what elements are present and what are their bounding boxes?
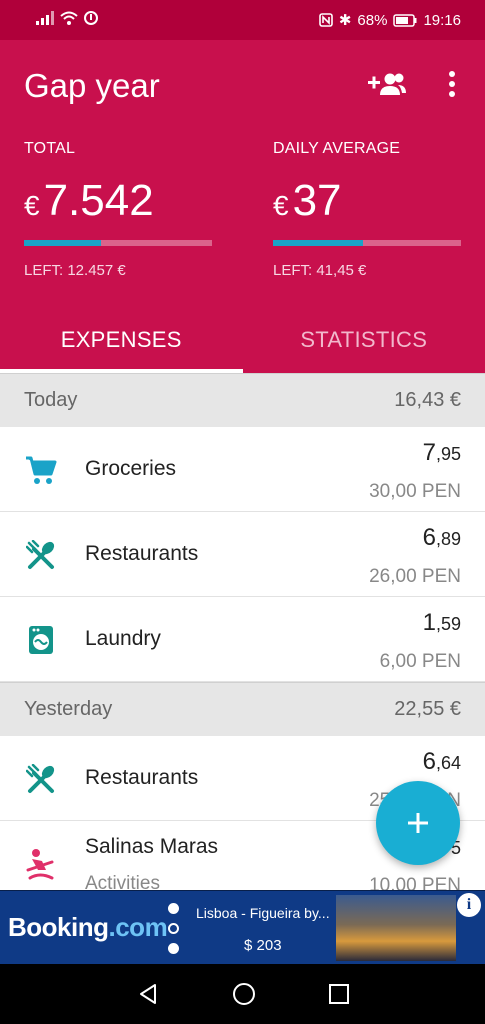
activity-icon [24,847,58,881]
section-total: 16,43 € [394,389,461,411]
info-icon[interactable]: i [457,893,481,917]
expense-category: Restaurants [85,542,199,565]
washing-machine-icon [24,623,58,657]
amount-decimal: ,64 [435,753,461,773]
carousel-dot [168,923,179,934]
amount-integer: 6 [422,748,436,775]
total-currency: € [24,190,40,221]
battery-percent: 68% [357,11,388,29]
system-nav-bar [0,964,485,1024]
more-vert-icon [449,71,455,97]
signal-icon [36,11,54,25]
expense-title: Salinas Maras [85,835,219,858]
daily-average-value: € 37 [273,176,461,226]
tab-expenses[interactable]: EXPENSES [0,302,243,373]
expense-row[interactable]: Laundry 1,59 6,00 PEN [0,597,485,682]
bluetooth-icon: ✱ [338,12,352,29]
expense-category: Restaurants [85,766,199,789]
trip-header: Gap year TOTAL € 7.542 LEFT: 12.457 € DA… [0,40,485,373]
person-add-icon [368,73,406,95]
back-icon[interactable] [137,983,159,1005]
wifi-icon [60,11,78,25]
ad-price: $ 203 [244,937,282,954]
expense-amount: 6,89 [423,524,461,552]
expense-amount: 1,59 [423,609,461,637]
amount-integer: 7 [422,439,436,466]
daily-currency: € [273,190,289,221]
daily-average-stat: DAILY AVERAGE € 37 LEFT: 41,45 € [273,140,461,279]
home-icon[interactable] [232,982,256,1006]
expense-amount: 7,95 [423,439,461,467]
ad-brand-main: Booking [8,912,109,942]
add-expense-button[interactable] [376,781,460,865]
daily-progress-bar [273,240,461,246]
tab-statistics[interactable]: STATISTICS [243,302,485,373]
section-date: Yesterday [24,698,113,720]
ad-photo [336,895,456,961]
expense-category: Laundry [85,627,161,650]
recents-icon[interactable] [328,984,349,1004]
clock: 19:16 [423,11,461,29]
expense-original-amount: 6,00 PEN [379,651,461,672]
daily-amount: 37 [292,176,342,225]
amount-integer: 6 [422,524,436,551]
daily-progress-fill [273,240,364,246]
utensils-icon [24,538,58,572]
section-date: Today [24,389,78,411]
section-total: 22,55 € [394,698,461,720]
total-progress-fill [24,240,102,246]
total-progress-bar [24,240,212,246]
total-value: € 7.542 [24,176,212,226]
amount-decimal: ,89 [435,529,461,549]
overflow-menu-button[interactable] [430,64,474,104]
amount-integer: 1 [422,609,436,636]
amount-decimal: ,59 [435,614,461,634]
expense-row[interactable]: Groceries 7,95 30,00 PEN [0,427,485,512]
status-bar: ✱ 68% 19:16 [0,0,485,40]
total-stat: TOTAL € 7.542 LEFT: 12.457 € [24,140,212,279]
total-label: TOTAL [24,140,76,157]
data-saver-icon [84,11,98,25]
ad-brand: Booking.com [8,912,168,943]
tab-expenses-label: EXPENSES [60,327,182,352]
total-left: LEFT: 12.457 € [24,262,126,279]
plus-icon [408,813,428,833]
tab-statistics-label: STATISTICS [300,327,428,352]
trip-title: Gap year [24,67,160,104]
carousel-dot [168,903,179,914]
ad-banner[interactable]: Booking.com Lisboa - Figueira by... $ 20… [0,890,485,964]
expense-row[interactable]: Restaurants 6,89 26,00 PEN [0,512,485,597]
carousel-dot [168,943,179,954]
status-icons-left [36,11,98,25]
nfc-icon [319,13,333,27]
ad-brand-suffix: .com [108,912,168,942]
expense-original-amount: 26,00 PEN [369,566,461,587]
expense-original-amount: 30,00 PEN [369,481,461,502]
total-amount: 7.542 [43,176,154,225]
utensils-icon [24,762,58,796]
ad-destination: Lisboa - Figueira by... [196,905,330,921]
section-header-today: Today 16,43 € [0,373,485,427]
daily-left: LEFT: 41,45 € [273,262,367,279]
add-person-button[interactable] [365,64,409,104]
daily-average-label: DAILY AVERAGE [273,140,401,157]
amount-decimal: ,95 [435,444,461,464]
battery-icon [393,13,417,27]
section-header-yesterday: Yesterday 22,55 € [0,682,485,736]
cart-icon [24,453,58,487]
ad-carousel-dots [168,903,179,954]
tab-bar: EXPENSES STATISTICS [0,302,485,373]
expense-category: Groceries [85,457,177,480]
expense-amount: 6,64 [423,748,461,776]
status-icons-right: ✱ 68% 19:16 [319,11,461,29]
